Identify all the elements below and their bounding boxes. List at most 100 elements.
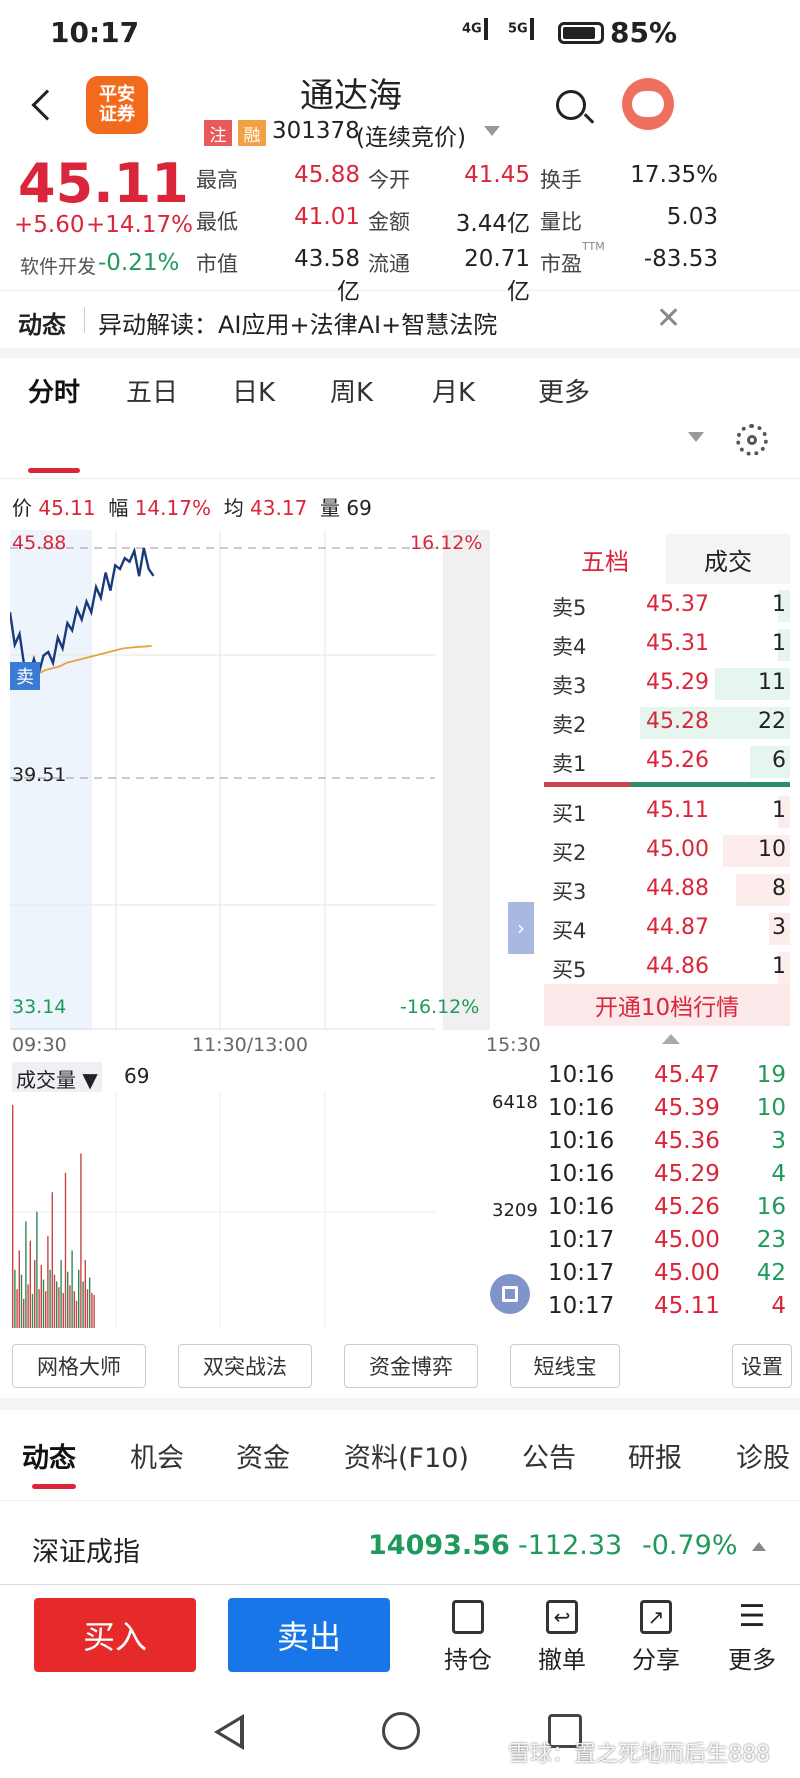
nav-back-icon[interactable]	[214, 1714, 244, 1750]
volume-bar	[84, 1260, 86, 1328]
share-button[interactable]: ↗ 分享	[626, 1600, 686, 1675]
book-level-label: 买2	[552, 841, 587, 865]
share-icon: ↗	[640, 1600, 672, 1634]
cancel-order-button[interactable]: ↩ 撤单	[532, 1600, 592, 1675]
bottom-tab[interactable]: 公告	[522, 1436, 576, 1475]
axis-top: 45.88	[12, 532, 67, 554]
trading-mode[interactable]: (连续竞价)	[356, 118, 466, 152]
tab-trades[interactable]: 成交	[666, 534, 790, 584]
book-price[interactable]: 45.00	[646, 837, 709, 862]
volume-bar	[12, 1104, 14, 1328]
settings-gear-icon[interactable]	[736, 424, 768, 456]
volume-bar	[38, 1289, 40, 1328]
volume-bar	[56, 1281, 58, 1328]
holdings-icon	[452, 1600, 484, 1634]
tool-button[interactable]: 资金博弈	[344, 1344, 478, 1388]
signal-4g-icon: 4G	[462, 18, 508, 40]
volume-bar	[45, 1291, 47, 1328]
expand-up-icon[interactable]	[752, 1542, 766, 1551]
open-10-levels-button[interactable]: 开通10档行情	[544, 984, 790, 1026]
nav-home-icon[interactable]	[382, 1712, 420, 1750]
bottom-tab[interactable]: 机会	[130, 1436, 184, 1475]
index-name[interactable]: 深证成指	[32, 1530, 140, 1569]
volume-bar	[47, 1235, 49, 1328]
volume-bar	[49, 1269, 51, 1328]
undo-icon: ↩	[546, 1600, 578, 1634]
axis-bottom-pct: -16.12%	[400, 996, 480, 1018]
scroll-up-icon[interactable]	[662, 1034, 680, 1044]
holdings-button[interactable]: 持仓	[438, 1600, 498, 1675]
volume-bar	[78, 1269, 80, 1328]
battery-icon	[558, 22, 604, 44]
mode-dropdown-icon[interactable]	[484, 126, 500, 136]
book-price[interactable]: 45.29	[646, 670, 709, 695]
app-logo: 平安 证券	[86, 76, 148, 134]
bottom-tab[interactable]: 资料(F10)	[344, 1436, 469, 1475]
trade-price: 45.11	[654, 1293, 720, 1319]
chart-tab[interactable]: 周K	[330, 372, 373, 409]
volume-selector[interactable]: 成交量 ▼	[12, 1062, 102, 1095]
book-price[interactable]: 45.37	[646, 592, 709, 617]
book-price[interactable]: 45.31	[646, 631, 709, 656]
chart-tab[interactable]: 更多	[538, 372, 590, 409]
book-price[interactable]: 45.28	[646, 709, 709, 734]
chart-tab[interactable]: 月K	[432, 372, 475, 409]
back-icon[interactable]	[31, 89, 63, 121]
tool-button[interactable]: 网格大师	[12, 1344, 146, 1388]
book-qty: 22	[758, 709, 786, 734]
signal-5g-icon: 5G	[508, 18, 554, 40]
trade-qty: 3	[771, 1128, 786, 1154]
book-price[interactable]: 44.88	[646, 876, 709, 901]
bottom-tab[interactable]: 资金	[236, 1436, 290, 1475]
intraday-chart[interactable]	[10, 530, 490, 1030]
book-price[interactable]: 45.26	[646, 748, 709, 773]
tool-button[interactable]: 短线宝	[510, 1344, 620, 1388]
bottom-tab[interactable]: 研报	[628, 1436, 682, 1475]
chart-side-strip	[443, 530, 490, 1030]
buy-button[interactable]: 买入	[34, 1598, 196, 1672]
bottom-tab[interactable]: 动态	[22, 1436, 76, 1475]
tab-five-levels[interactable]: 五档	[544, 534, 666, 584]
book-level-label: 买1	[552, 802, 587, 826]
news-bar[interactable]: 动态 异动解读：AI应用+法律AI+智慧法院 ✕	[0, 290, 800, 348]
book-level-label: 卖4	[552, 635, 587, 659]
trade-time: 10:17	[548, 1293, 615, 1319]
volume-bar	[16, 1289, 18, 1328]
watermark: 雪球：置之死地而后生888	[508, 1742, 770, 1767]
index-value: 14093.56	[368, 1530, 510, 1561]
menu-icon: ☰	[738, 1599, 766, 1634]
expand-panel-icon[interactable]: ›	[508, 902, 534, 954]
axis-top-pct: 16.12%	[410, 532, 483, 554]
margin-tag: 注	[204, 120, 232, 146]
chart-tab[interactable]: 日K	[232, 372, 275, 409]
tool-button[interactable]: 双突战法	[178, 1344, 312, 1388]
chart-tab[interactable]: 五日	[126, 372, 178, 409]
sell-marker: 卖	[10, 662, 40, 690]
sector-name[interactable]: 软件开发	[20, 252, 96, 279]
index-change: -112.33	[518, 1530, 623, 1561]
book-qty: 1	[772, 631, 786, 656]
stat-label: 换手	[540, 168, 582, 192]
trade-time: 10:16	[548, 1128, 615, 1154]
tool-button[interactable]: 设置	[732, 1344, 792, 1388]
volume-bar	[89, 1277, 91, 1328]
more-button[interactable]: ☰ 更多	[722, 1600, 782, 1675]
search-icon[interactable]	[556, 90, 595, 124]
more-dropdown-icon[interactable]	[688, 432, 704, 442]
chart-tab[interactable]: 分时	[28, 372, 80, 409]
book-level-label: 卖5	[552, 596, 587, 620]
volume-bar	[25, 1221, 27, 1328]
book-price[interactable]: 44.86	[646, 954, 709, 979]
price-change: +5.60	[14, 212, 85, 238]
assistant-avatar-icon[interactable]	[622, 78, 674, 130]
stat-label: 市盈	[540, 252, 582, 276]
sell-button[interactable]: 卖出	[228, 1598, 390, 1672]
bottom-tab[interactable]: 诊股	[736, 1436, 790, 1475]
close-icon[interactable]: ✕	[656, 301, 681, 336]
volume-bar	[23, 1298, 25, 1328]
book-price[interactable]: 44.87	[646, 915, 709, 940]
stat-label: 最低	[196, 210, 238, 234]
fullscreen-icon[interactable]	[490, 1274, 530, 1314]
trade-price: 45.29	[654, 1161, 720, 1187]
book-price[interactable]: 45.11	[646, 798, 709, 823]
